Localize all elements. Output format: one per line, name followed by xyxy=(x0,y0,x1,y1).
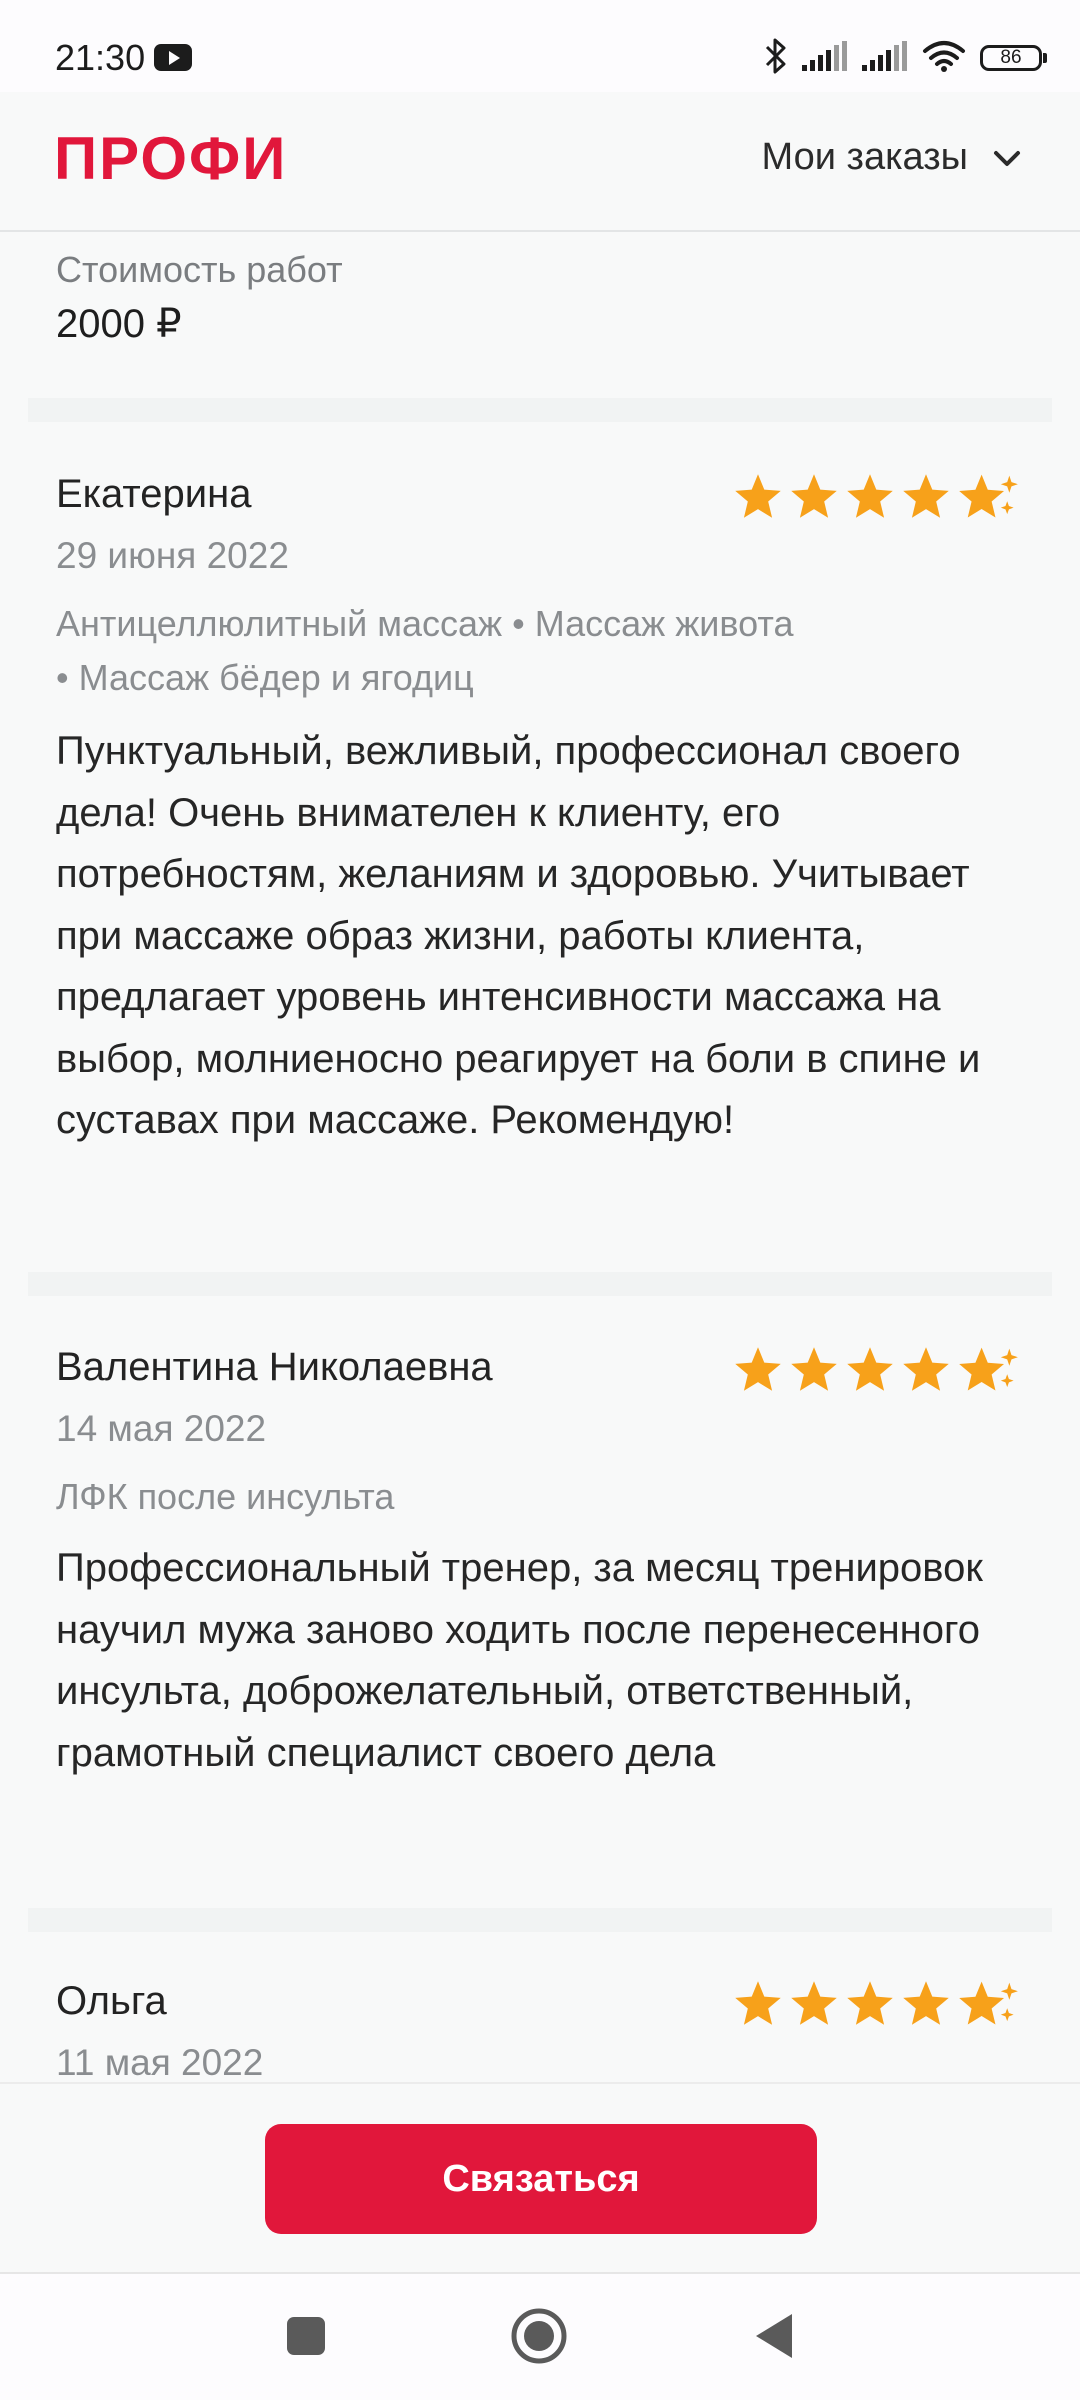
review-services: ЛФК после инсульта xyxy=(56,1470,936,1524)
star-icon xyxy=(847,474,893,518)
section-divider xyxy=(28,1908,1052,1932)
star-icon xyxy=(735,1981,781,2025)
star-icon xyxy=(791,474,837,518)
recents-icon[interactable] xyxy=(276,2306,336,2366)
star-icon xyxy=(791,1981,837,2025)
review-text: Профессиональный тренер, за месяц тренир… xyxy=(56,1546,983,1775)
review-text: Пунктуальный, вежливый, профессионал сво… xyxy=(56,729,981,1142)
back-icon[interactable] xyxy=(744,2306,804,2366)
review-services: Антицеллюлитный массаж • Массаж живота •… xyxy=(56,597,936,705)
rating-stars xyxy=(732,471,1020,523)
app-header: ПРОФИ Мои заказы xyxy=(0,92,1080,232)
reviewer-name: Валентина Николаевна xyxy=(56,1345,493,1389)
system-nav-bar xyxy=(0,2272,1080,2400)
review-date: 11 мая 2022 xyxy=(56,2042,264,2082)
bottom-action-bar: Связаться xyxy=(0,2082,1080,2272)
review-date: 29 июня 2022 xyxy=(56,535,289,576)
signal-icon xyxy=(862,40,908,76)
my-orders-menu[interactable]: Мои заказы xyxy=(762,132,1022,182)
star-icon xyxy=(735,474,781,518)
rating-stars xyxy=(732,1344,1020,1396)
section-divider xyxy=(28,398,1052,422)
review-date: 14 мая 2022 xyxy=(56,1408,267,1449)
profi-logo[interactable]: ПРОФИ xyxy=(54,124,287,194)
status-icons: 86 xyxy=(764,34,1047,82)
status-bar: 21:30 86 xyxy=(0,0,1080,92)
reviews-content[interactable]: Стоимость работ 2000 ₽ Екатерина 29 июня… xyxy=(0,232,1080,2082)
review-card: Валентина Николаевна 14 мая 2022 ЛФК пос… xyxy=(56,1342,1036,1902)
review-card: Ольга 11 мая 2022 xyxy=(56,1976,1036,2082)
star-icon xyxy=(847,1981,893,2025)
cost-value: 2000 ₽ xyxy=(56,302,182,346)
review-card: Екатерина 29 июня 2022 Антицеллюлитный м… xyxy=(56,469,1036,1459)
status-time: 21:30 xyxy=(55,37,146,78)
star-sparkle-icon xyxy=(959,1981,1018,2025)
cost-label: Стоимость работ xyxy=(56,249,343,290)
wifi-icon xyxy=(922,39,966,78)
reviewer-name: Ольга xyxy=(56,1979,167,2023)
star-sparkle-icon xyxy=(959,474,1018,518)
star-icon xyxy=(735,1347,781,1391)
signal-icon xyxy=(802,40,848,76)
review-services-line: ЛФК после инсульта xyxy=(56,1476,395,1517)
section-divider xyxy=(28,1272,1052,1296)
star-icon xyxy=(903,1347,949,1391)
review-services-line: Антицеллюлитный массаж • Массаж живота xyxy=(56,603,794,644)
my-orders-label: Мои заказы xyxy=(761,136,968,178)
youtube-icon xyxy=(154,44,192,71)
bluetooth-icon xyxy=(764,38,788,79)
home-icon[interactable] xyxy=(509,2306,569,2366)
chevron-down-icon xyxy=(992,132,1022,182)
contact-button[interactable]: Связаться xyxy=(265,2124,817,2234)
reviewer-name: Екатерина xyxy=(56,472,252,516)
review-services-line: • Массаж бёдер и ягодиц xyxy=(56,657,474,698)
battery-icon: 86 xyxy=(980,45,1047,71)
star-sparkle-icon xyxy=(959,1347,1018,1391)
rating-stars xyxy=(732,1978,1020,2030)
star-icon xyxy=(903,474,949,518)
star-icon xyxy=(791,1347,837,1391)
star-icon xyxy=(903,1981,949,2025)
star-icon xyxy=(847,1347,893,1391)
